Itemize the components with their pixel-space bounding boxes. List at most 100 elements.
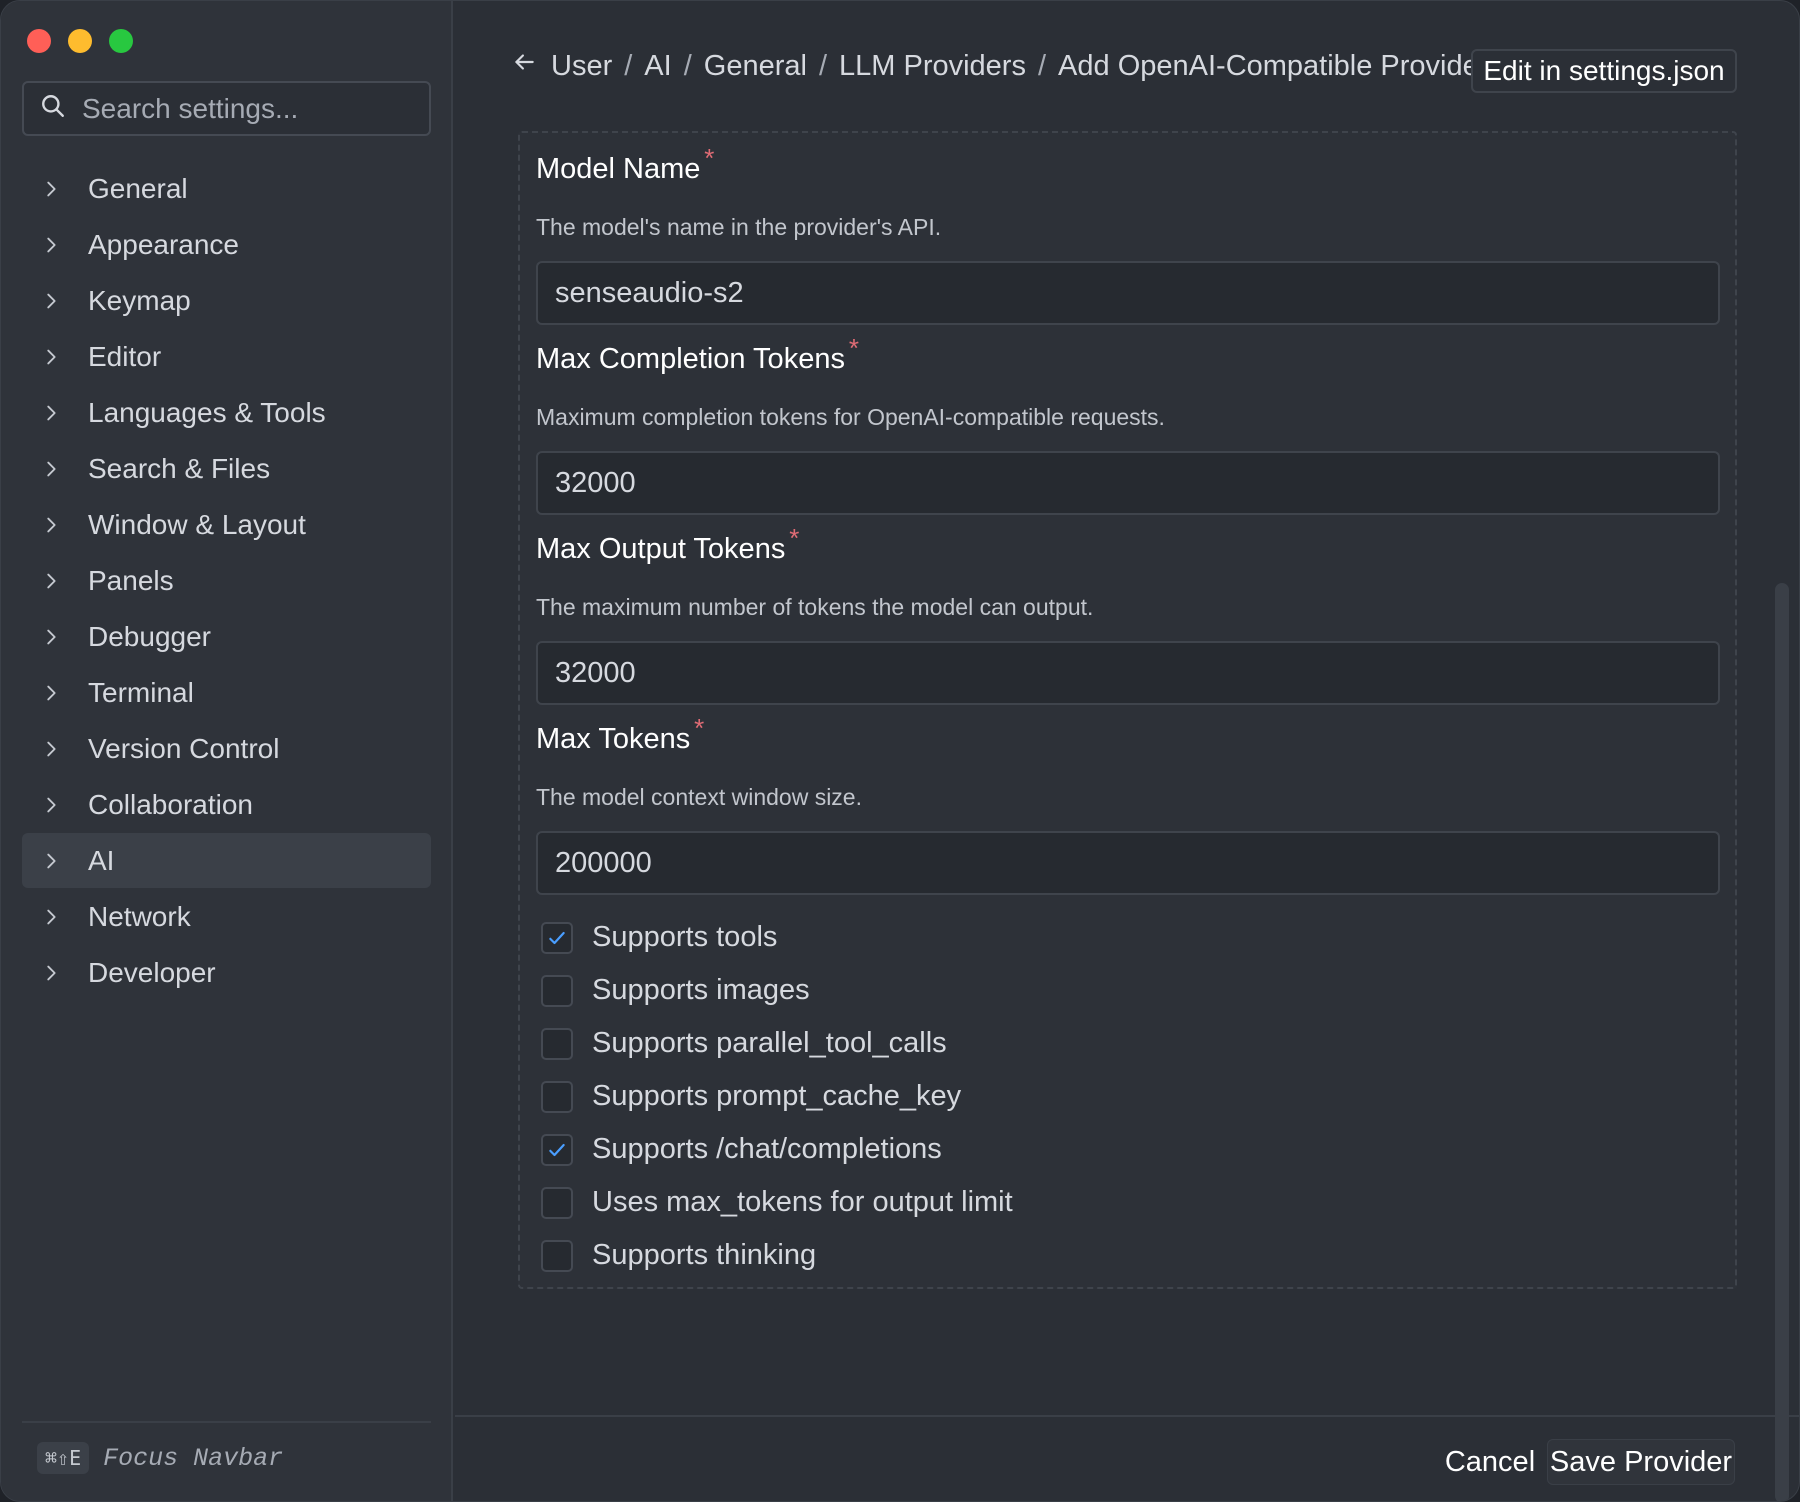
- sidebar-item-appearance[interactable]: Appearance: [22, 217, 431, 272]
- sidebar-item-label: Window & Layout: [88, 508, 306, 540]
- settings-window: General Appearance Keymap Editor Languages &…: [0, 0, 1800, 1502]
- sidebar-item-label: Keymap: [88, 284, 191, 316]
- checkbox-label: Uses max_tokens for output limit: [592, 1186, 1013, 1218]
- focus-navbar-hint: ⌘⇧E Focus Navbar: [37, 1442, 283, 1474]
- sidebar-item-version-control[interactable]: Version Control: [22, 721, 431, 776]
- sidebar-item-label: Appearance: [88, 228, 240, 260]
- zoom-window-button[interactable]: [109, 29, 133, 53]
- required-mark: *: [789, 523, 800, 553]
- checkmark-icon: [547, 1140, 567, 1160]
- breadcrumb-separator: /: [1037, 49, 1047, 82]
- checkbox-label: Supports parallel_tool_calls: [592, 1027, 947, 1059]
- sidebar-item-general[interactable]: General: [22, 161, 431, 216]
- chevron-right-icon: [22, 738, 88, 760]
- sidebar-item-terminal[interactable]: Terminal: [22, 665, 431, 720]
- back-arrow-icon[interactable]: [511, 49, 551, 83]
- max-tokens-input[interactable]: [536, 831, 1720, 895]
- sidebar-item-collaboration[interactable]: Collaboration: [22, 777, 431, 832]
- sidebar-item-label: Languages & Tools: [88, 396, 326, 428]
- window-controls: [27, 29, 133, 53]
- checkbox-row[interactable]: Supports tools: [541, 911, 1013, 964]
- checkmark-icon: [547, 928, 567, 948]
- max-output-tokens-input[interactable]: [536, 641, 1720, 705]
- scrollbar[interactable]: [1775, 583, 1789, 1501]
- chevron-right-icon: [22, 570, 88, 592]
- sidebar-item-label: Developer: [88, 956, 216, 988]
- breadcrumb-item[interactable]: General: [704, 50, 807, 83]
- checkbox-unchecked[interactable]: [541, 1080, 573, 1113]
- sidebar-item-keymap[interactable]: Keymap: [22, 273, 431, 328]
- sidebar-item-languages-tools[interactable]: Languages & Tools: [22, 385, 431, 440]
- capability-checkboxes: Supports tools Supports images Supports pa…: [541, 911, 1013, 1282]
- required-mark: *: [694, 713, 705, 743]
- close-window-button[interactable]: [27, 29, 51, 53]
- breadcrumb-item[interactable]: AI: [644, 50, 671, 83]
- field-description: Maximum completion tokens for OpenAI-com…: [536, 404, 1165, 430]
- chevron-right-icon: [22, 906, 88, 928]
- checkbox-label: Supports thinking: [592, 1239, 817, 1271]
- breadcrumb-separator: /: [624, 49, 633, 82]
- sidebar-item-ai[interactable]: AI: [22, 833, 431, 888]
- max-completion-tokens-input[interactable]: [536, 451, 1720, 515]
- sidebar-item-label: Search & Files: [88, 452, 271, 484]
- search-input[interactable]: [82, 92, 402, 125]
- sidebar-item-label: Network: [88, 900, 191, 932]
- chevron-right-icon: [22, 962, 88, 984]
- sidebar-item-window-layout[interactable]: Window & Layout: [22, 497, 431, 552]
- field-description: The maximum number of tokens the model c…: [536, 594, 1094, 620]
- chevron-right-icon: [22, 346, 88, 368]
- breadcrumb: User / AI / General / LLM Providers / Add OpenAI…: [511, 49, 1488, 83]
- edit-in-settings-json-button[interactable]: Edit in settings.json: [1471, 49, 1737, 93]
- checkbox-unchecked[interactable]: [541, 974, 573, 1007]
- field-label: Model Name *: [536, 143, 715, 185]
- breadcrumb-item: Add OpenAI-Compatible Provider: [1058, 49, 1489, 82]
- field-label: Max Tokens *: [536, 713, 705, 755]
- sidebar-divider: [22, 1421, 431, 1423]
- chevron-right-icon: [22, 458, 88, 480]
- checkbox-row[interactable]: Uses max_tokens for output limit: [541, 1176, 1013, 1229]
- save-provider-button[interactable]: Save Provider: [1547, 1439, 1735, 1485]
- checkbox-row[interactable]: Supports parallel_tool_calls: [541, 1017, 1013, 1070]
- cancel-button[interactable]: Cancel: [1440, 1439, 1540, 1485]
- sidebar-item-editor[interactable]: Editor: [22, 329, 431, 384]
- breadcrumb-item[interactable]: LLM Providers: [839, 50, 1026, 83]
- search-box[interactable]: [22, 81, 431, 136]
- breadcrumb-separator: /: [818, 49, 827, 82]
- checkbox-row[interactable]: Supports prompt_cache_key: [541, 1070, 1013, 1123]
- required-mark: *: [704, 143, 715, 173]
- provider-form: Model Name * The model's name in the prov…: [518, 131, 1737, 1289]
- breadcrumb-item[interactable]: User: [551, 50, 612, 83]
- checkbox-row[interactable]: Supports /chat/completions: [541, 1123, 1013, 1176]
- minimize-window-button[interactable]: [68, 29, 92, 53]
- checkbox-unchecked[interactable]: [541, 1027, 573, 1060]
- checkbox-unchecked[interactable]: [541, 1239, 573, 1272]
- checkbox-label: Supports tools: [592, 921, 778, 953]
- settings-nav: General Appearance Keymap Editor Languages &…: [22, 161, 431, 1001]
- field-description: The model's name in the provider's API.: [536, 214, 942, 240]
- footer-divider: [455, 1415, 1799, 1417]
- chevron-right-icon: [22, 234, 88, 256]
- chevron-right-icon: [22, 290, 88, 312]
- sidebar-item-developer[interactable]: Developer: [22, 945, 431, 1000]
- checkbox-label: Supports prompt_cache_key: [592, 1080, 962, 1112]
- sidebar-item-label: Editor: [88, 340, 162, 372]
- field-model-name: Model Name * The model's name in the prov…: [536, 143, 1720, 325]
- checkbox-unchecked[interactable]: [541, 1186, 573, 1219]
- focus-navbar-label: Focus Navbar: [103, 1443, 284, 1473]
- chevron-right-icon: [22, 178, 88, 200]
- sidebar-item-search-files[interactable]: Search & Files: [22, 441, 431, 496]
- sidebar-item-panels[interactable]: Panels: [22, 553, 431, 608]
- field-max-tokens: Max Tokens * The model context window siz…: [536, 713, 1720, 895]
- sidebar-item-label: Panels: [88, 564, 174, 596]
- chevron-right-icon: [22, 626, 88, 648]
- sidebar-item-network[interactable]: Network: [22, 889, 431, 944]
- model-name-input[interactable]: [536, 261, 1720, 325]
- sidebar-item-debugger[interactable]: Debugger: [22, 609, 431, 664]
- checkbox-row[interactable]: Supports thinking: [541, 1229, 1013, 1282]
- field-label: Max Completion Tokens *: [536, 333, 859, 375]
- checkbox-checked[interactable]: [541, 921, 573, 954]
- checkbox-checked[interactable]: [541, 1133, 573, 1166]
- checkbox-label: Supports /chat/completions: [592, 1133, 942, 1165]
- field-label: Max Output Tokens *: [536, 523, 800, 565]
- checkbox-row[interactable]: Supports images: [541, 964, 1013, 1017]
